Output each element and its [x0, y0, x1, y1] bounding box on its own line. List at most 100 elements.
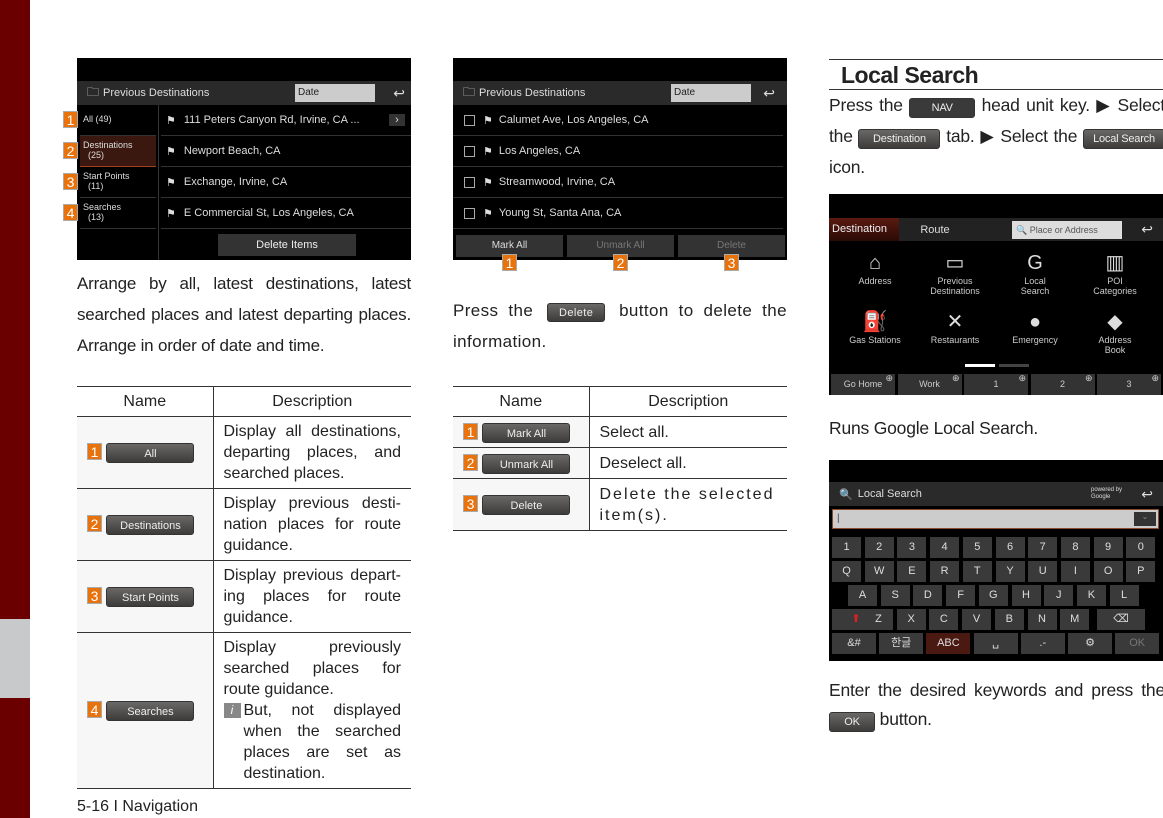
menu-item[interactable]: ⛽ Gas Stations [835, 309, 915, 345]
key[interactable]: T [962, 561, 992, 582]
key[interactable]: OK [1115, 633, 1160, 654]
list-item[interactable]: ⚑ 111 Peters Canyon Rd, Irvine, CA ... › [161, 105, 411, 136]
menu-label: Emergency [1012, 335, 1058, 345]
key[interactable]: 3 [897, 537, 927, 558]
key[interactable]: R [930, 561, 960, 582]
back-icon[interactable]: ↩ [1141, 221, 1153, 238]
quick-destination-button[interactable]: 2 ⊕ [1030, 373, 1095, 395]
key[interactable]: 5 [962, 537, 992, 558]
search-icon: 🔍 [839, 488, 853, 501]
key[interactable]: S [880, 585, 910, 606]
tab-route[interactable]: Route [899, 224, 971, 236]
key[interactable]: W [864, 561, 894, 582]
key[interactable]: K [1076, 585, 1106, 606]
key[interactable]: 8 [1060, 537, 1090, 558]
key[interactable]: P [1126, 561, 1156, 582]
list-item[interactable]: ⚑ Streamwood, Irvine, CA [453, 167, 783, 198]
key[interactable]: B [994, 609, 1024, 630]
chevron-down-icon[interactable]: ⌄ [1134, 512, 1156, 526]
key[interactable]: V [962, 609, 992, 630]
back-icon[interactable]: ↩ [763, 85, 775, 102]
back-icon[interactable]: ↩ [393, 85, 405, 102]
description: Deselect all. [589, 447, 787, 479]
checkbox[interactable] [464, 176, 475, 188]
key[interactable]: C [929, 609, 959, 630]
back-icon[interactable]: ↩ [1141, 486, 1153, 503]
key[interactable]: X [896, 609, 926, 630]
key[interactable]: 4 [930, 537, 960, 558]
key[interactable]: U [1028, 561, 1058, 582]
tab-3[interactable]: Searches (13) [80, 198, 156, 229]
keyword-input[interactable]: | [832, 509, 1159, 529]
item-label: E Commercial St, Los Angeles, CA [183, 207, 354, 219]
key[interactable]: L [1109, 585, 1139, 606]
key[interactable]: 2 [864, 537, 894, 558]
key[interactable]: Q [832, 561, 861, 582]
menu-item[interactable]: ▥ POI Categories [1075, 250, 1155, 296]
local-search-keyboard-screenshot: 🔍 Local Search powered by Google ↩ | ⌄ 1… [829, 460, 1163, 661]
menu-icon: ◆ [1107, 311, 1123, 333]
quick-destination-button[interactable]: Go Home ⊕ [831, 373, 895, 395]
list-item[interactable]: ⚑ Calumet Ave, Los Angeles, CA [453, 105, 783, 136]
key[interactable]: D [913, 585, 943, 606]
tab-0[interactable]: All (49) [80, 105, 156, 136]
key[interactable]: E [897, 561, 927, 582]
key[interactable]: Z [864, 609, 893, 630]
checkbox[interactable] [464, 207, 475, 219]
sort-dropdown[interactable]: Date [295, 84, 375, 102]
key[interactable]: 9 [1093, 537, 1123, 558]
key[interactable]: O [1093, 561, 1123, 582]
list-item[interactable]: ⚑ Young St, Santa Ana, CA [453, 198, 783, 229]
menu-label: Address Book [1098, 335, 1132, 355]
tab-1[interactable]: Destinations (25) [80, 136, 156, 167]
key[interactable]: ABC [926, 633, 971, 654]
checkbox[interactable] [464, 114, 475, 126]
key[interactable]: N [1027, 609, 1057, 630]
key[interactable]: Y [995, 561, 1025, 582]
placeholder: Place or Address [1029, 225, 1098, 235]
menu-item[interactable]: ▭ Previous Destinations [915, 250, 995, 296]
tab-destination[interactable]: Destination [829, 218, 899, 241]
menu-item[interactable]: ● Emergency [995, 309, 1075, 345]
chevron-right-icon[interactable]: › [389, 114, 405, 126]
key[interactable]: 7 [1028, 537, 1058, 558]
menu-item[interactable]: ✕ Restaurants [915, 309, 995, 345]
place-search-input[interactable]: 🔍 Place or Address [1012, 221, 1122, 239]
key[interactable]: 6 [995, 537, 1025, 558]
list-item[interactable]: ⚑ Exchange, Irvine, CA [161, 167, 411, 198]
menu-item[interactable]: G Local Search [995, 250, 1075, 296]
key[interactable]: I [1060, 561, 1090, 582]
menu-item[interactable]: ⌂ Address [835, 250, 915, 286]
delete-instruction: Press the Delete button to delete the in… [453, 295, 787, 357]
delete-items-button[interactable]: Delete Items [218, 234, 356, 256]
quick-destination-button[interactable]: 3 ⊕ [1097, 373, 1161, 395]
key[interactable]: ⚙ [1068, 633, 1112, 654]
key[interactable]: H [1011, 585, 1041, 606]
quick-destination-button[interactable]: Work ⊕ [897, 373, 962, 395]
list-item[interactable]: ⚑ Newport Beach, CA [161, 136, 411, 167]
key[interactable]: ⌫ [1097, 609, 1145, 630]
key[interactable]: J [1044, 585, 1074, 606]
key[interactable]: .- [1020, 633, 1065, 654]
menu-item[interactable]: ◆ Address Book [1075, 309, 1155, 355]
menu-icon: ▥ [1105, 252, 1125, 274]
section-heading: Local Search [829, 59, 1163, 90]
key[interactable]: 한글 [879, 633, 924, 654]
callout-number: 3 [724, 254, 739, 271]
list-item[interactable]: ⚑ Los Angeles, CA [453, 136, 783, 167]
tab-2[interactable]: Start Points (11) [80, 167, 156, 198]
key[interactable]: 0 [1126, 537, 1156, 558]
key[interactable]: ␣ [973, 633, 1018, 654]
key[interactable]: M [1060, 609, 1090, 630]
key[interactable]: A [848, 585, 877, 606]
sort-dropdown[interactable]: Date [671, 84, 751, 102]
key[interactable]: G [978, 585, 1008, 606]
key[interactable]: 1 [832, 537, 861, 558]
table-row: 3 Delete Delete the selected item(s). [453, 478, 787, 531]
key[interactable]: &# [832, 633, 876, 654]
text: Press the [829, 95, 903, 115]
checkbox[interactable] [464, 145, 475, 157]
list-item[interactable]: ⚑ E Commercial St, Los Angeles, CA [161, 198, 411, 229]
key[interactable]: F [946, 585, 976, 606]
quick-destination-button[interactable]: 1 ⊕ [964, 373, 1028, 395]
